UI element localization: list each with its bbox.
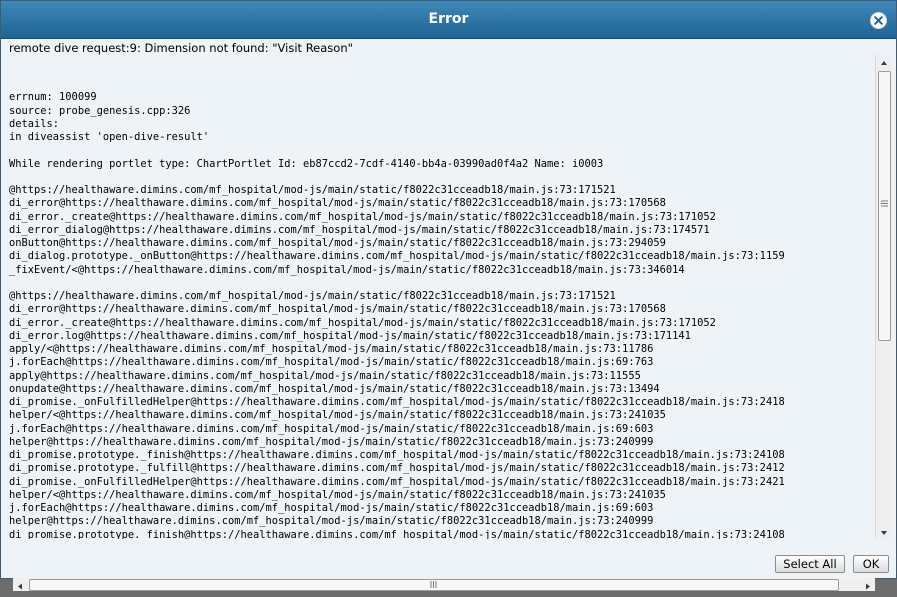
close-icon: [874, 16, 883, 25]
grip-icon: [881, 200, 888, 207]
error-detail-line: details:: [9, 117, 60, 130]
triangle-right-icon: [866, 583, 870, 590]
error-details: errnum: 100099 source: probe_genesis.cpp:…: [9, 78, 785, 539]
error-detail-line: apply@https://healthaware.dimins.com/mf_…: [9, 369, 641, 382]
error-detail-line: source: probe_genesis.cpp:326: [9, 104, 191, 117]
error-detail-line: di_dialog.prototype._onButton@https://he…: [9, 250, 785, 263]
error-detail-line: [9, 144, 785, 157]
dialog-title: Error: [428, 11, 469, 27]
vertical-scrollbar[interactable]: [875, 55, 892, 539]
dialog-footer: Select All OK: [1, 553, 896, 578]
error-detail-line: onButton@https://healthaware.dimins.com/…: [9, 237, 666, 249]
error-detail-line: onupdate@https://healthaware.dimins.com/…: [9, 382, 660, 395]
triangle-up-icon: [881, 61, 887, 65]
vertical-scroll-thumb[interactable]: [878, 71, 891, 341]
scroll-up-button[interactable]: [876, 55, 892, 69]
error-detail-line: While rendering portlet type: ChartPortl…: [9, 157, 604, 170]
error-dialog: Error remote dive request:9: Dimension n…: [0, 0, 897, 591]
error-detail-line: di_error._create@https://healthaware.dim…: [9, 210, 716, 223]
error-message-panel[interactable]: remote dive request:9: Dimension not fou…: [7, 39, 892, 591]
error-detail-line: [9, 171, 785, 184]
select-all-button[interactable]: Select All: [775, 555, 845, 573]
error-detail-line: di_error._create@https://healthaware.dim…: [9, 316, 716, 329]
error-detail-line: helper@https://healthaware.dimins.com/mf…: [9, 435, 654, 448]
horizontal-scroll-thumb[interactable]: [29, 579, 839, 591]
error-text-area[interactable]: remote dive request:9: Dimension not fou…: [7, 39, 875, 539]
error-detail-line: di_promise.prototype._finish@https://hea…: [9, 528, 785, 540]
error-detail-line: j.forEach@https://healthaware.dimins.com…: [9, 422, 654, 435]
dialog-titlebar[interactable]: Error: [1, 1, 896, 39]
error-detail-line: di_error@https://healthaware.dimins.com/…: [9, 303, 666, 316]
error-detail-line: helper/<@https://healthaware.dimins.com/…: [9, 409, 666, 422]
scroll-right-button[interactable]: [861, 578, 875, 591]
error-detail-line: di_promise._onFulfilledHelper@https://he…: [9, 475, 785, 488]
error-detail-line: errnum: 100099: [9, 91, 97, 104]
close-button[interactable]: [870, 12, 887, 29]
error-detail-line: helper@https://healthaware.dimins.com/mf…: [9, 515, 654, 528]
scroll-down-button[interactable]: [876, 525, 892, 539]
error-detail-line: di_promise.prototype._finish@https://hea…: [9, 449, 785, 461]
grip-icon: [430, 581, 437, 588]
error-detail-line: [9, 78, 785, 91]
triangle-left-icon: [18, 583, 22, 590]
error-detail-line: di_error@https://healthaware.dimins.com/…: [9, 197, 666, 210]
triangle-down-icon: [881, 531, 887, 535]
error-detail-line: apply/<@https://healthaware.dimins.com/m…: [9, 343, 654, 355]
error-detail-line: j.forEach@https://healthaware.dimins.com…: [9, 502, 654, 514]
scroll-left-button[interactable]: [13, 578, 27, 591]
horizontal-scrollbar[interactable]: [13, 577, 875, 591]
error-detail-line: _fixEvent/<@https://healthaware.dimins.c…: [9, 263, 685, 276]
error-detail-line: di_promise._onFulfilledHelper@https://he…: [9, 396, 785, 408]
error-detail-line: di_error_dialog@https://healthaware.dimi…: [9, 223, 710, 236]
error-detail-line: di_promise.prototype._fulfill@https://he…: [9, 462, 785, 475]
error-detail-line: in diveassist 'open-dive-result': [9, 131, 210, 143]
error-detail-line: j.forEach@https://healthaware.dimins.com…: [9, 356, 654, 369]
error-detail-line: @https://healthaware.dimins.com/mf_hospi…: [9, 290, 616, 302]
error-detail-line: helper/<@https://healthaware.dimins.com/…: [9, 488, 666, 501]
error-summary: remote dive request:9: Dimension not fou…: [9, 41, 353, 55]
error-detail-line: di_error.log@https://healthaware.dimins.…: [9, 329, 691, 342]
ok-button[interactable]: OK: [853, 555, 889, 573]
error-detail-line: [9, 277, 785, 290]
error-detail-line: @https://healthaware.dimins.com/mf_hospi…: [9, 184, 616, 196]
